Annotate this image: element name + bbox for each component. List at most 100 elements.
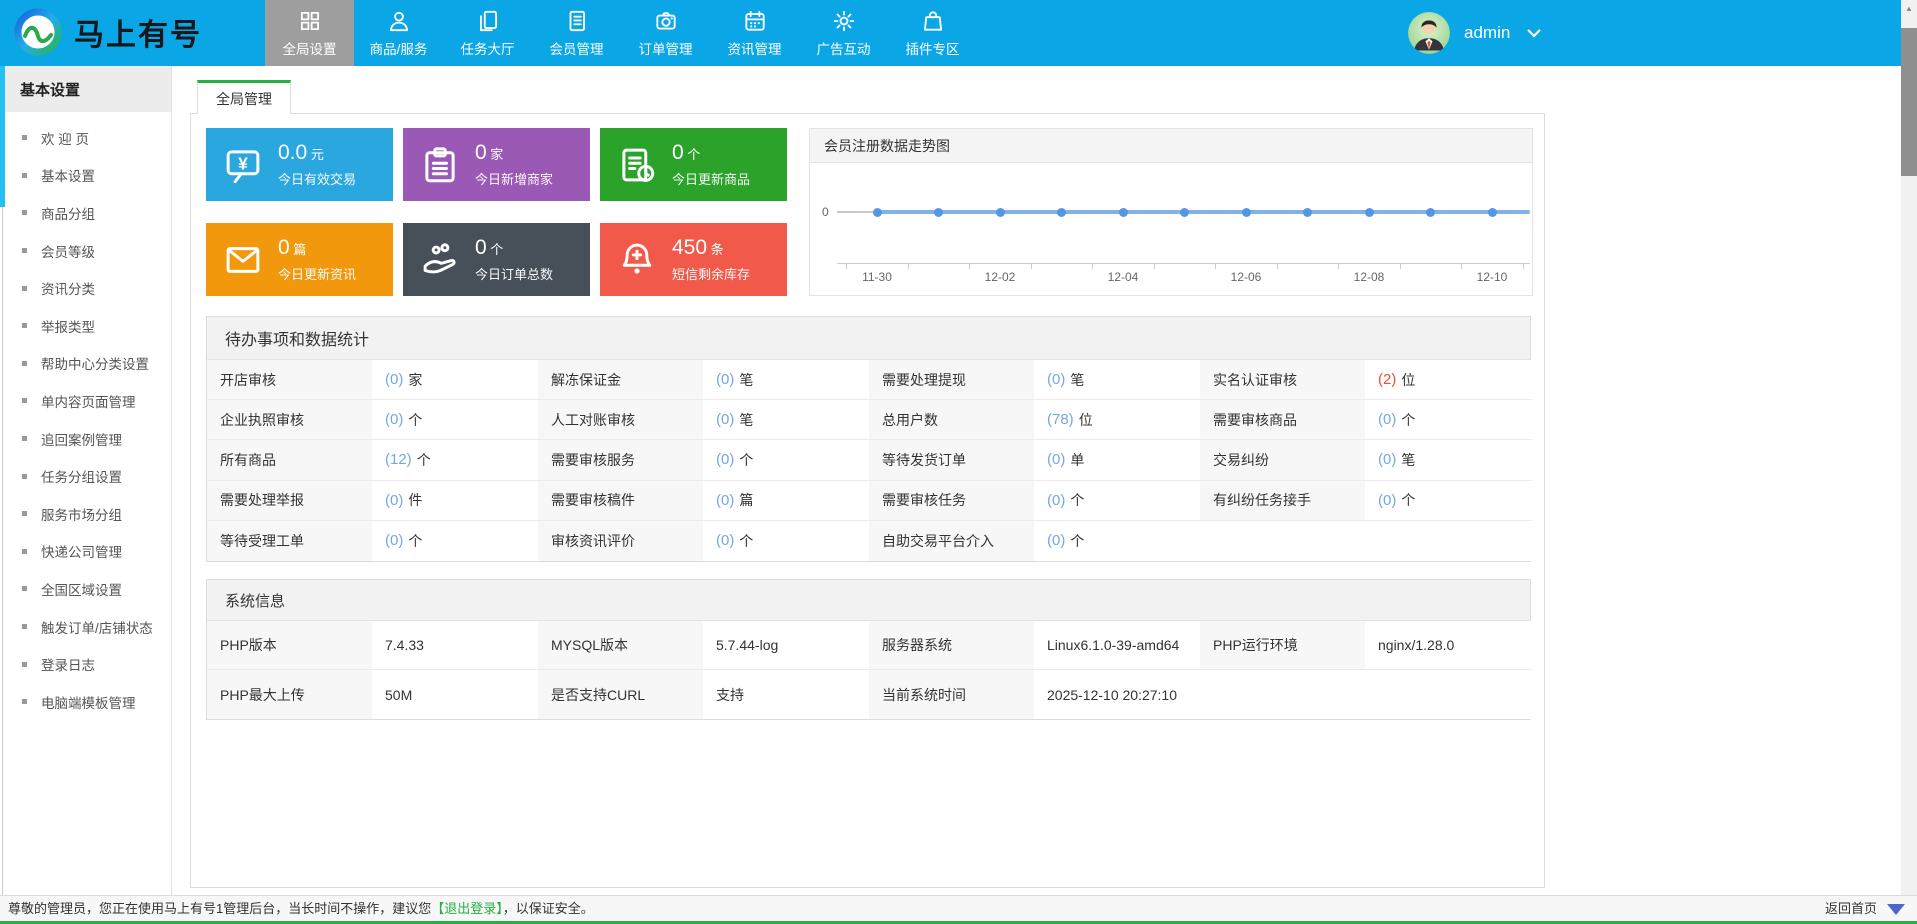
stat-card-value: 0 家 <box>475 141 553 167</box>
todo-item-label: 交易纠纷 <box>1200 440 1365 479</box>
sidebar-item[interactable]: 全国区域设置 <box>0 570 171 608</box>
nav-item-calendar[interactable]: 资讯管理 <box>710 0 799 66</box>
stat-card[interactable]: 0 家今日新增商家 <box>403 128 590 201</box>
sidebar-scrollbar-thumb[interactable] <box>0 66 5 207</box>
sidebar-item[interactable]: 单内容页面管理 <box>0 382 171 420</box>
nav-item-bag[interactable]: 插件专区 <box>888 0 977 66</box>
nav-item-person[interactable]: 商品/服务 <box>354 0 443 66</box>
todo-unit: 笔 <box>1401 450 1415 470</box>
x-axis-tick-label: 12-02 <box>970 270 1030 284</box>
nav-item-camera[interactable]: 订单管理 <box>621 0 710 66</box>
sidebar-item[interactable]: 欢 迎 页 <box>0 119 171 157</box>
stat-value-number: 450 <box>672 236 707 259</box>
todo-row: 开店审核(0)家解冻保证金(0)笔需要处理提现(0)笔实名认证审核(2)位 <box>207 360 1530 400</box>
stat-card[interactable]: 0 个今日更新商品 <box>600 128 787 201</box>
sidebar-item[interactable]: 服务市场分组 <box>0 495 171 533</box>
nav-item-label: 插件专区 <box>906 38 960 58</box>
brand-logo-text: 马上有号 <box>74 10 202 54</box>
stat-value-number: 0 <box>672 141 684 164</box>
tab-global-manage[interactable]: 全局管理 <box>197 80 291 114</box>
list-doc-icon <box>564 8 590 34</box>
sidebar-item-label: 资讯分类 <box>41 278 95 298</box>
todo-count: (2) <box>1378 371 1396 388</box>
chart-data-point <box>1303 208 1312 217</box>
sidebar-item[interactable]: 帮助中心分类设置 <box>0 345 171 383</box>
scroll-up-arrow-icon[interactable]: ▲ <box>1905 4 1913 13</box>
system-item-value: 50M <box>372 670 538 719</box>
todo-row: 企业执照审核(0)个人工对账审核(0)笔总用户数(78)位需要审核商品(0)个 <box>207 400 1530 440</box>
stat-value-number: 0.0 <box>278 141 307 164</box>
stat-card[interactable]: 0 个今日订单总数 <box>403 223 590 296</box>
sidebar-item[interactable]: 商品分组 <box>0 194 171 232</box>
todo-item-label: 开店审核 <box>207 360 372 399</box>
footer-message-suffix: ，以保证安全。 <box>503 901 594 916</box>
sidebar-item[interactable]: 电脑端模板管理 <box>0 683 171 721</box>
nav-item-grid[interactable]: 全局设置 <box>265 0 354 66</box>
todo-item-label: 需要处理提现 <box>869 360 1034 399</box>
x-axis-tick-label: 12-04 <box>1093 270 1153 284</box>
sidebar-item-label: 全国区域设置 <box>41 579 122 599</box>
bullet-icon <box>22 286 27 291</box>
bullet-icon <box>22 474 27 479</box>
system-item-label: 服务器系统 <box>869 621 1034 669</box>
system-value-text: Linux6.1.0-39-amd64 <box>1047 637 1179 653</box>
stat-card[interactable]: ¥0.0 元今日有效交易 <box>206 128 393 201</box>
user-menu[interactable]: admin <box>1408 0 1544 66</box>
system-item-value: Linux6.1.0-39-amd64 <box>1034 621 1200 669</box>
bullet-icon <box>22 586 27 591</box>
footer-bar: 尊敬的管理员，您正在使用马上有号1管理后台，当长时间不操作，建议您【退出登录】，… <box>0 895 1917 924</box>
calendar-icon <box>742 8 768 34</box>
nav-item-label: 资讯管理 <box>728 38 782 58</box>
sidebar-item[interactable]: 快递公司管理 <box>0 533 171 571</box>
main-content: 全局管理 ¥0.0 元今日有效交易0 家今日新增商家0 个今日更新商品 0 篇今日… <box>173 66 1901 895</box>
top-header-bar: 马上有号 全局设置商品/服务任务大厅会员管理订单管理资讯管理广告互动插件专区 a… <box>0 0 1917 66</box>
stat-card[interactable]: 0 篇今日更新资讯 <box>206 223 393 296</box>
system-item-label: 是否支持CURL <box>538 670 703 719</box>
brand-logo-icon <box>14 8 62 56</box>
sidebar-item[interactable]: 登录日志 <box>0 645 171 683</box>
system-item-value: 支持 <box>703 670 869 719</box>
nav-item-list-doc[interactable]: 会员管理 <box>532 0 621 66</box>
blue-dropdown-arrow-icon[interactable] <box>1887 904 1905 915</box>
todo-item-value: (0)单 <box>1034 440 1200 479</box>
x-axis-tick <box>1277 263 1278 269</box>
logout-link[interactable]: 【退出登录】 <box>431 901 503 916</box>
x-axis-tick <box>1461 263 1462 269</box>
todo-count: (0) <box>1378 411 1396 428</box>
sidebar-item[interactable]: 触发订单/店铺状态 <box>0 608 171 646</box>
sidebar-item-label: 会员等级 <box>41 241 95 261</box>
sidebar-item-label: 电脑端模板管理 <box>41 692 136 712</box>
brand-logo[interactable]: 马上有号 <box>14 8 202 56</box>
sidebar-item[interactable]: 追回案例管理 <box>0 420 171 458</box>
todo-unit: 个 <box>408 410 422 430</box>
todo-count: (0) <box>385 371 403 388</box>
stat-cards: ¥0.0 元今日有效交易0 家今日新增商家0 个今日更新商品0 篇今日更新资讯0… <box>206 128 788 296</box>
todo-item-value: (0)个 <box>1365 481 1532 520</box>
system-row: PHP最大上传50M是否支持CURL支持当前系统时间2025-12-10 20:… <box>207 670 1530 719</box>
stat-card[interactable]: 450 条短信剩余库存 <box>600 223 787 296</box>
system-value-text: 7.4.33 <box>385 637 424 653</box>
sidebar-item-label: 基本设置 <box>41 165 95 185</box>
sidebar-item[interactable]: 举报类型 <box>0 307 171 345</box>
x-axis-tick <box>1031 263 1032 269</box>
page-scrollbar[interactable]: ▲ <box>1901 0 1917 924</box>
page-scrollbar-thumb[interactable] <box>1901 28 1917 176</box>
todo-count: (0) <box>1047 532 1065 549</box>
todo-unit: 个 <box>417 450 431 470</box>
sidebar-item-label: 商品分组 <box>41 203 95 223</box>
todo-unit: 个 <box>1401 490 1415 510</box>
todo-row: 需要处理举报(0)件需要审核稿件(0)篇需要审核任务(0)个有纠纷任务接手(0)… <box>207 481 1530 521</box>
nav-item-pages[interactable]: 任务大厅 <box>443 0 532 66</box>
top-nav: 全局设置商品/服务任务大厅会员管理订单管理资讯管理广告互动插件专区 <box>265 0 977 66</box>
sidebar-item-label: 触发订单/店铺状态 <box>41 617 153 637</box>
back-home-link[interactable]: 返回首页 <box>1825 896 1877 922</box>
sidebar-item[interactable]: 基本设置 <box>0 157 171 195</box>
sidebar-item[interactable]: 会员等级 <box>0 232 171 270</box>
sidebar-item[interactable]: 资讯分类 <box>0 269 171 307</box>
todo-count: (0) <box>716 451 734 468</box>
svg-text:¥: ¥ <box>238 153 248 173</box>
footer-message-prefix: 尊敬的管理员，您正在使用马上有号1管理后台，当长时间不操作，建议您 <box>8 901 431 916</box>
nav-item-gear[interactable]: 广告互动 <box>799 0 888 66</box>
system-value-text: 5.7.44-log <box>716 637 778 653</box>
sidebar-item[interactable]: 任务分组设置 <box>0 457 171 495</box>
